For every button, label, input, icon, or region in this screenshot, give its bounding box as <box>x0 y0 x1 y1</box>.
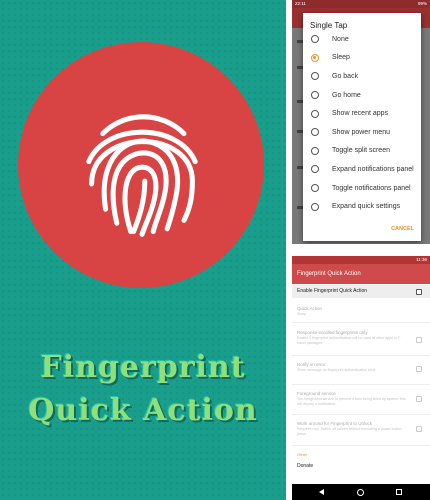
pref-summary: Sleep <box>297 312 307 316</box>
enable-label: Enable Fingerprint Quick Action <box>297 288 368 294</box>
option-go-back[interactable]: Go back <box>303 67 421 86</box>
app-title: Fingerprint Quick Action <box>292 264 430 284</box>
donate-item[interactable]: Donate <box>297 463 313 469</box>
banner-title-line1: Fingerprint <box>40 350 246 385</box>
pref-checkbox[interactable] <box>416 337 422 343</box>
radio-button[interactable] <box>311 109 319 118</box>
enable-toggle-row[interactable]: Enable Fingerprint Quick Action <box>292 285 430 298</box>
pref-checkbox[interactable] <box>416 396 422 402</box>
status-bar: 22:11 99% <box>292 0 430 8</box>
option-label: Expand quick settings <box>332 203 401 211</box>
radio-button[interactable] <box>311 35 319 44</box>
pref-foreground-service[interactable]: Foreground service The foreground servic… <box>297 391 409 406</box>
radio-button[interactable] <box>311 128 319 137</box>
option-label: Go back <box>332 72 359 80</box>
option-toggle-notifications-panel[interactable]: Toggle notifications panel <box>303 179 421 198</box>
recent-apps-icon[interactable] <box>396 489 402 495</box>
battery-level: 99% <box>417 1 427 6</box>
pref-quick-action[interactable]: Quick Action Sleep <box>297 306 419 317</box>
option-show-recent-apps[interactable]: Show recent apps <box>303 104 421 123</box>
promo-banner: Fingerprint Quick Action <box>0 0 286 500</box>
pref-work-around[interactable]: Work around for Fingerprint to Unlock Re… <box>297 421 409 436</box>
option-label: Go home <box>332 91 361 99</box>
status-bar: 11:36 <box>292 256 430 264</box>
divider <box>292 384 430 385</box>
divider <box>292 322 430 323</box>
radio-button[interactable] <box>311 184 319 193</box>
option-show-power-menu[interactable]: Show power menu <box>303 123 421 142</box>
status-time: 22:11 <box>295 1 306 6</box>
divider <box>292 445 430 446</box>
radio-button[interactable] <box>311 165 319 174</box>
pref-summary: The foreground service to prevent it fro… <box>297 397 406 406</box>
option-label: Show power menu <box>332 128 390 136</box>
option-sleep[interactable]: Sleep <box>303 49 421 68</box>
pref-summary: Enable if fingerprint authentication wil… <box>297 336 401 345</box>
single-tap-dialog: Single Tap None Sleep Go back Go home Sh… <box>303 13 421 241</box>
pref-summary: Requires root. Switch off screen without… <box>297 427 402 436</box>
fingerprint-icon <box>86 114 198 237</box>
option-go-home[interactable]: Go home <box>303 86 421 105</box>
pref-checkbox[interactable] <box>416 366 422 372</box>
radio-button[interactable] <box>311 91 319 100</box>
option-toggle-split-screen[interactable]: Toggle split screen <box>303 142 421 161</box>
dialog-title: Single Tap <box>310 21 348 30</box>
option-none[interactable]: None <box>303 30 421 49</box>
back-icon[interactable] <box>319 489 324 495</box>
status-time: 11:36 <box>416 257 427 262</box>
enable-checkbox[interactable] <box>416 288 422 295</box>
navigation-bar <box>292 484 430 500</box>
radio-button-selected[interactable] <box>311 53 319 62</box>
pref-summary: Show message on fingerprint authenticati… <box>297 368 376 372</box>
option-label: Expand notifications panel <box>332 165 414 173</box>
radio-button[interactable] <box>311 146 319 155</box>
divider <box>292 414 430 415</box>
radio-button[interactable] <box>311 202 319 211</box>
option-label: Toggle split screen <box>332 147 390 155</box>
option-expand-quick-settings[interactable]: Expand quick settings <box>303 197 421 216</box>
home-icon[interactable] <box>357 489 364 496</box>
option-label: Sleep <box>332 54 350 62</box>
dialog-screenshot: 22:11 99% Single Tap None Sleep Go back … <box>292 0 430 244</box>
radio-button[interactable] <box>311 72 319 81</box>
option-label: Toggle notifications panel <box>332 184 411 192</box>
divider <box>292 355 430 356</box>
banner-title-line2: Quick Action <box>28 393 258 428</box>
section-header-other: Other <box>297 452 308 457</box>
pref-response-enrolled[interactable]: Response enrolled fingerprints only Enab… <box>297 330 409 345</box>
pref-notify-on-error[interactable]: Notify on error Show message on fingerpr… <box>297 362 409 373</box>
settings-screenshot: 11:36 Fingerprint Quick Action Enable Fi… <box>292 256 430 500</box>
option-label: Show recent apps <box>332 110 389 118</box>
pref-checkbox[interactable] <box>416 426 422 432</box>
option-expand-notifications-panel[interactable]: Expand notifications panel <box>303 160 421 179</box>
option-label: None <box>332 35 349 43</box>
cancel-button[interactable]: CANCEL <box>391 226 414 232</box>
